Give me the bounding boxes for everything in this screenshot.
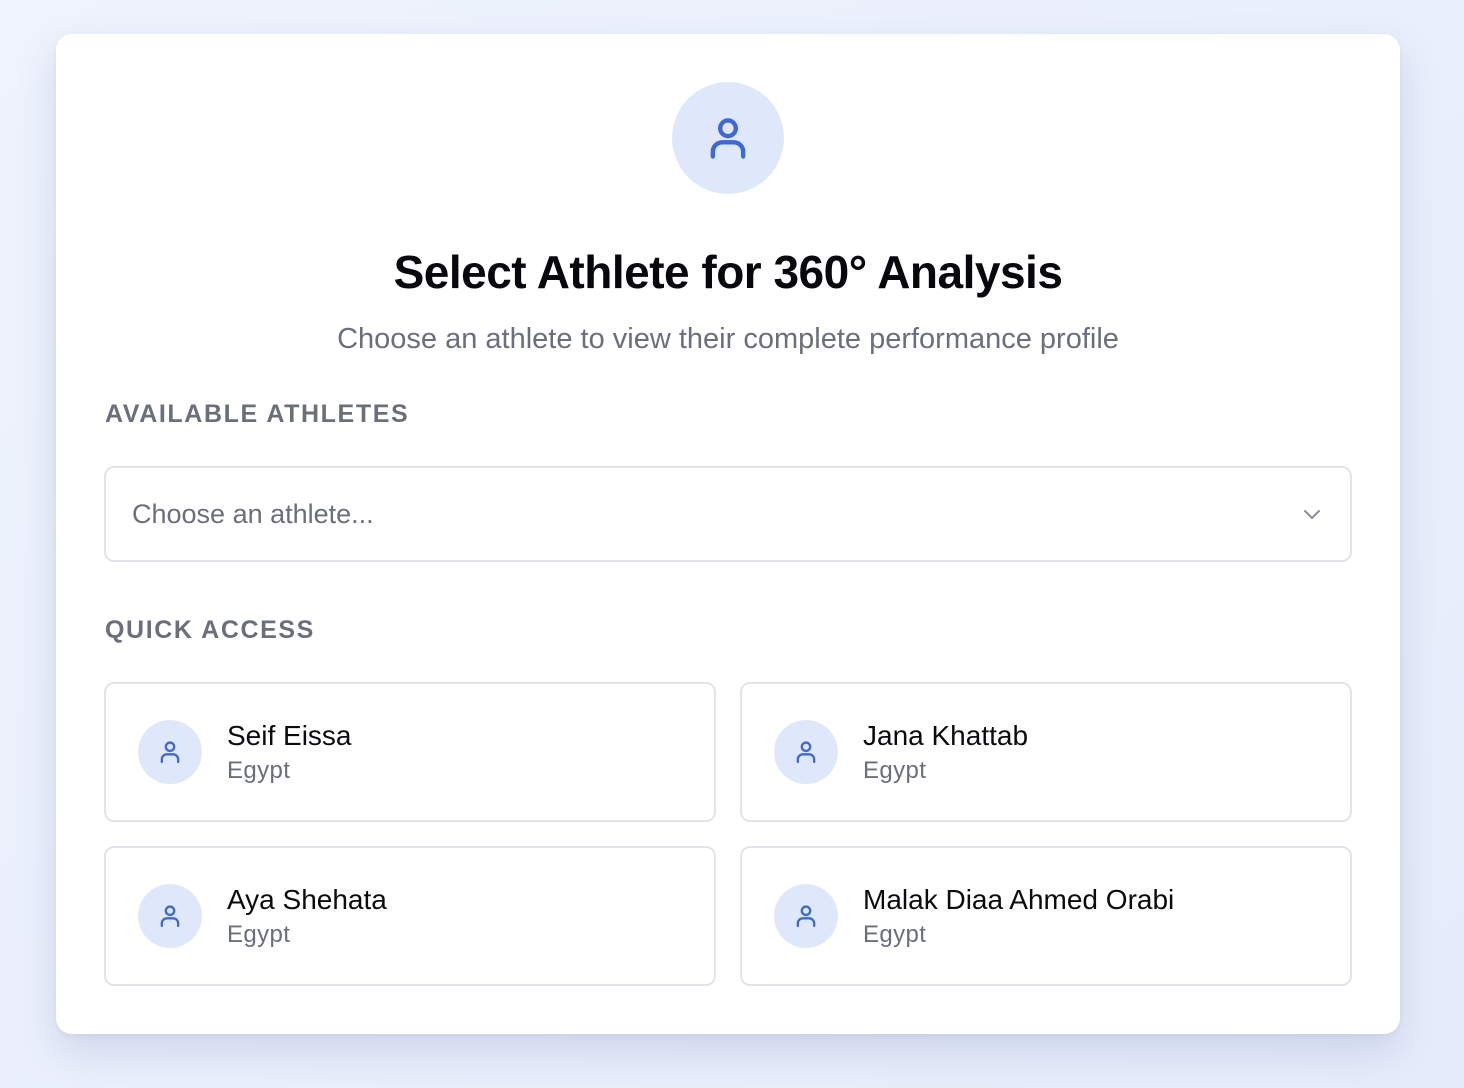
athlete-select-dropdown[interactable]: Choose an athlete...: [104, 466, 1352, 562]
athlete-country: Egypt: [227, 921, 291, 948]
athlete-name: Seif Eissa: [227, 720, 352, 751]
athlete-name: Malak Diaa Ahmed Orabi: [863, 884, 1175, 915]
page-subtitle: Choose an athlete to view their complete…: [337, 323, 1119, 355]
athlete-name: Aya Shehata: [227, 884, 387, 915]
athlete-name: Jana Khattab: [863, 720, 1029, 751]
athlete-avatar: [774, 884, 838, 948]
athlete-card-malak-diaa-ahmed-orabi[interactable]: Malak Diaa Ahmed Orabi Egypt: [740, 846, 1352, 986]
chevron-down-icon: [1300, 502, 1324, 526]
user-icon: [710, 118, 746, 159]
athlete-country: Egypt: [227, 757, 291, 784]
user-icon: [160, 741, 180, 764]
athlete-avatar: [138, 720, 202, 784]
athlete-card-seif-eissa[interactable]: Seif Eissa Egypt: [104, 682, 716, 822]
user-icon: [796, 741, 816, 764]
user-icon: [796, 905, 816, 928]
user-icon: [160, 905, 180, 928]
available-athletes-label: AVAILABLE ATHLETES: [105, 400, 410, 428]
page-title: Select Athlete for 360° Analysis: [393, 246, 1063, 298]
athlete-card-aya-shehata[interactable]: Aya Shehata Egypt: [104, 846, 716, 986]
athlete-country: Egypt: [863, 921, 927, 948]
hero-avatar: [672, 82, 784, 194]
athlete-avatar: [774, 720, 838, 784]
athlete-select-placeholder: Choose an athlete...: [132, 498, 374, 529]
athlete-avatar: [138, 884, 202, 948]
athlete-card-jana-khattab[interactable]: Jana Khattab Egypt: [740, 682, 1352, 822]
athlete-selection-card: Select Athlete for 360° Analysis Choose …: [56, 34, 1400, 1034]
quick-access-label: QUICK ACCESS: [105, 616, 315, 644]
athlete-country: Egypt: [863, 757, 927, 784]
